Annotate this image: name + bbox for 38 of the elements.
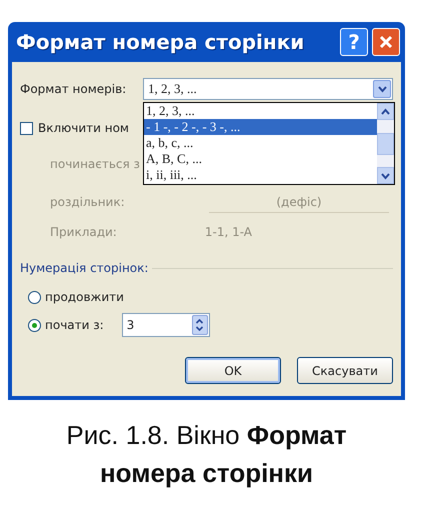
field-label: Приклади:	[50, 225, 117, 239]
spinner-button[interactable]	[192, 315, 208, 335]
checkbox[interactable]	[20, 122, 33, 134]
radio-button[interactable]	[28, 290, 41, 304]
scrollbar[interactable]	[377, 103, 394, 184]
scroll-thumb[interactable]	[377, 132, 394, 154]
field-label: роздільник:	[50, 195, 125, 209]
scroll-down-button[interactable]	[377, 167, 394, 184]
list-option[interactable]: - 1 -, - 2 -, - 3 -, ...	[144, 119, 377, 135]
figure-caption: Рис. 1.8. Вікно Формат номера сторінки	[65, 419, 348, 490]
chevron-down-icon	[380, 170, 391, 180]
radio-label: продовжити	[45, 290, 124, 304]
field-label: Формат номерів:	[20, 82, 126, 96]
start-number-field[interactable]: 3	[122, 313, 210, 337]
up-down-icon	[195, 318, 204, 332]
scroll-up-button[interactable]	[377, 103, 394, 120]
field-label: починається з	[50, 157, 140, 171]
close-button[interactable]	[372, 28, 400, 56]
help-button[interactable]: ?	[340, 28, 368, 56]
chevron-up-icon	[380, 106, 391, 116]
field-value: 3	[126, 318, 136, 332]
list-option[interactable]: i, ii, iii, ...	[144, 167, 377, 183]
format-dropdown[interactable]: 1, 2, 3, ...	[143, 78, 393, 100]
close-icon	[379, 35, 393, 49]
checkbox-label: Включити ном	[38, 121, 129, 135]
list-option[interactable]: a, b, c, ...	[144, 135, 377, 151]
dropdown-button[interactable]	[373, 80, 391, 98]
cancel-button[interactable]: Скасувати	[297, 357, 393, 384]
list-option[interactable]: A, B, C, ...	[144, 151, 377, 167]
radio-label: почати з:	[45, 318, 104, 332]
ok-button[interactable]: OK	[185, 357, 281, 384]
group-title: Нумерація сторінок:	[20, 261, 148, 275]
window-title: Формат номера сторінки	[16, 30, 306, 54]
radio-button[interactable]	[28, 318, 41, 332]
chevron-down-icon	[376, 84, 388, 94]
example-text: 1-1, 1-A	[204, 225, 252, 239]
list-option[interactable]: 1, 2, 3, ...	[144, 103, 377, 119]
dropdown-value: 1, 2, 3, ...	[147, 81, 198, 97]
